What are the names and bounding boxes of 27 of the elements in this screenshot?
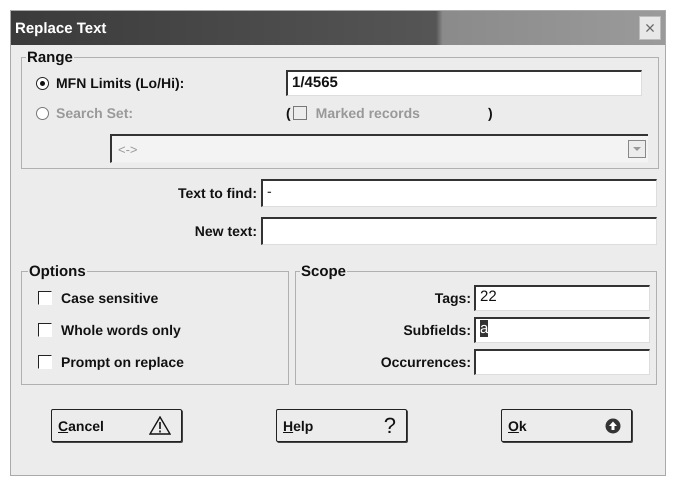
cancel-button[interactable]: Cancel (51, 409, 182, 442)
field-label: Tags: (434, 290, 471, 306)
radio-option[interactable]: MFN Limits (Lo/Hi): (36, 75, 286, 91)
help-button[interactable]: Help ? (276, 409, 407, 442)
close-button[interactable]: × (639, 16, 661, 40)
field-label: Subfields: (403, 322, 471, 338)
field-label: New text: (194, 223, 257, 239)
checkbox[interactable]: Whole words only (38, 314, 278, 346)
input-field[interactable]: a (474, 317, 650, 343)
input-field[interactable] (261, 217, 657, 245)
input-field[interactable]: 1/4565 (286, 70, 642, 96)
group-title: Range (26, 49, 74, 66)
input-field[interactable]: 22 (474, 285, 650, 311)
window-title: Replace Text (15, 20, 106, 36)
group-title: Scope (300, 263, 348, 280)
input-field[interactable] (474, 349, 650, 375)
question-mark: ? (384, 412, 396, 438)
checkbox[interactable]: Prompt on replace (38, 346, 278, 378)
ok-button[interactable]: Ok (501, 409, 632, 442)
bracket: ( (286, 105, 291, 121)
field-label: Text to find: (178, 185, 257, 201)
bracket: ) (488, 105, 493, 121)
checkbox[interactable]: Case sensitive (38, 282, 278, 314)
input-field[interactable]: - (261, 179, 657, 207)
field-label: Occurrences: (380, 354, 471, 370)
group-title: Options (28, 263, 87, 280)
warning-icon (149, 416, 171, 435)
